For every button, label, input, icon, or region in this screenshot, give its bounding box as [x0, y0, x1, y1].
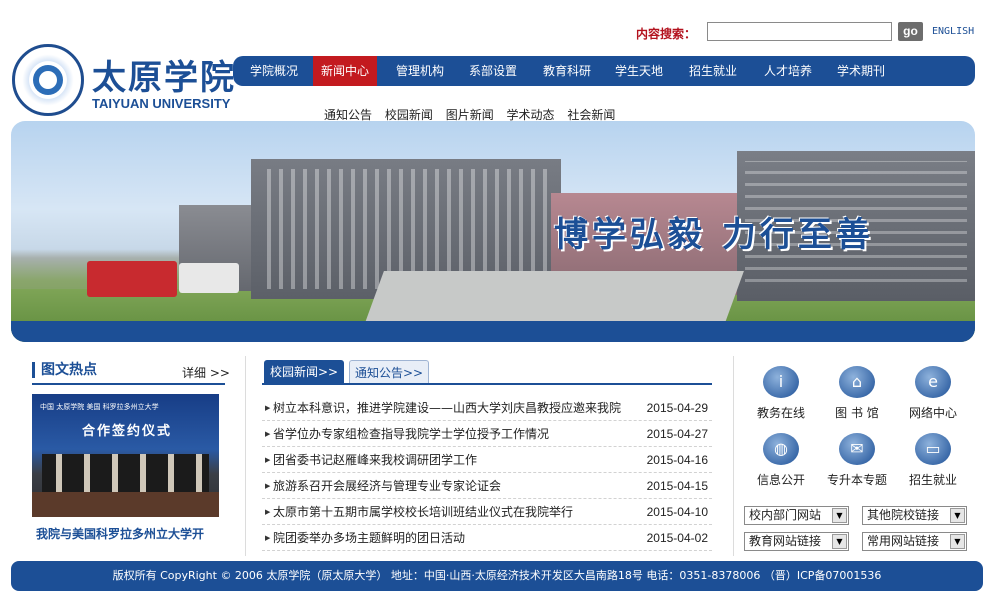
bullet-icon: ▶	[265, 482, 271, 490]
nav-item-journal[interactable]: 学术期刊	[825, 56, 897, 86]
news-item[interactable]: ▶ 树立本科意识，推进学院建设——山西大学刘庆昌教授应邀来我院 2015-04-…	[262, 395, 712, 421]
select-other-colleges[interactable]: 其他院校链接 ▼	[862, 506, 967, 525]
news-date: 2015-04-02	[646, 531, 708, 545]
nav-item-news[interactable]: 新闻中心	[313, 56, 377, 86]
english-link[interactable]: ENGLISH	[932, 26, 974, 37]
bullet-icon: ▶	[265, 534, 271, 542]
tab-notices[interactable]: 通知公告>>	[349, 360, 429, 384]
service-library[interactable]: ⌂ 图 书 馆	[822, 366, 892, 421]
search-label: 内容搜索：	[636, 27, 697, 41]
photo-header-text: 中国 太原学院 美国 科罗拉多州立大学	[40, 403, 159, 411]
chevron-down-icon[interactable]: ▼	[832, 508, 847, 523]
footer: 版权所有 CopyRight © 2006 太原学院（原太原大学） 地址：中国·…	[11, 561, 983, 591]
select-education-sites[interactable]: 教育网站链接 ▼	[744, 532, 849, 551]
subnav-item-photo-news[interactable]: 图片新闻	[446, 108, 494, 122]
mail-icon: ✉	[839, 433, 875, 465]
hot-section-title: 图文热点	[32, 362, 97, 378]
nav-item-admission[interactable]: 招生就业	[677, 56, 749, 86]
news-title[interactable]: 树立本科意识，推进学院建设——山西大学刘庆昌教授应邀来我院	[273, 395, 621, 421]
news-item[interactable]: ▶ 院团委举办多场主题鲜明的团日活动 2015-04-02	[262, 525, 712, 551]
service-academic-online[interactable]: i 教务在线	[746, 366, 816, 421]
nav-item-research[interactable]: 教育科研	[531, 56, 603, 86]
news-item[interactable]: ▶ 旅游系召开会展经济与管理专业专家论证会 2015-04-15	[262, 473, 712, 499]
news-title[interactable]: 院团委举办多场主题鲜明的团日活动	[273, 525, 465, 551]
bullet-icon: ▶	[265, 404, 271, 412]
service-label: 信息公开	[756, 473, 805, 487]
ie-icon: e	[915, 366, 951, 398]
tab-campus-news[interactable]: 校园新闻>>	[264, 360, 344, 384]
service-upgrade-topic[interactable]: ✉ 专升本专题	[822, 433, 892, 488]
hot-photo[interactable]: 中国 太原学院 美国 科罗拉多州立大学 合作签约仪式	[32, 394, 219, 517]
service-admission[interactable]: ▭ 招生就业	[898, 433, 968, 488]
service-label: 教务在线	[756, 406, 805, 420]
subnav-item-campus-news[interactable]: 校园新闻	[385, 108, 433, 122]
banner-motto: 博学弘毅 力行至善	[554, 215, 874, 255]
globe-icon: ◍	[763, 433, 799, 465]
news-title[interactable]: 团省委书记赵雁峰来我校调研团学工作	[273, 447, 477, 473]
nav-item-talent[interactable]: 人才培养	[751, 56, 825, 86]
hot-photo-caption[interactable]: 我院与美国科罗拉多州立大学开	[36, 525, 204, 542]
service-label: 网络中心	[908, 406, 957, 420]
photo-sign-text: 合作签约仪式	[82, 424, 173, 439]
monitor-icon: ▭	[915, 433, 951, 465]
news-date: 2015-04-29	[646, 401, 708, 415]
news-date: 2015-04-15	[646, 479, 708, 493]
news-date: 2015-04-10	[646, 505, 708, 519]
select-value: 校内部门网站	[749, 508, 822, 522]
service-label: 图 书 馆	[835, 406, 879, 420]
nav-item-admin[interactable]: 管理机构	[383, 56, 457, 86]
select-common-sites[interactable]: 常用网站链接 ▼	[862, 532, 967, 551]
subnav-item-social-news[interactable]: 社会新闻	[567, 108, 615, 122]
news-list: ▶ 树立本科意识，推进学院建设——山西大学刘庆昌教授应邀来我院 2015-04-…	[262, 395, 712, 551]
news-title[interactable]: 太原市第十五期市属学校校长培训班结业仪式在我院举行	[273, 499, 573, 525]
university-seal-icon	[12, 44, 84, 116]
nav-item-students[interactable]: 学生天地	[603, 56, 675, 86]
service-info-disclosure[interactable]: ◍ 信息公开	[746, 433, 816, 488]
subnav-item-notices[interactable]: 通知公告	[324, 108, 372, 122]
nav-item-about[interactable]: 学院概况	[239, 56, 309, 86]
chevron-down-icon[interactable]: ▼	[950, 534, 965, 549]
select-value: 常用网站链接	[867, 534, 940, 548]
site-logo[interactable]: 太原学院 TAIYUAN UNIVERSITY	[12, 44, 234, 116]
search-input[interactable]	[707, 22, 892, 41]
select-value: 教育网站链接	[749, 534, 822, 548]
service-label: 招生就业	[908, 473, 957, 487]
news-item[interactable]: ▶ 省学位办专家组检查指导我院学士学位授予工作情况 2015-04-27	[262, 421, 712, 447]
chevron-down-icon[interactable]: ▼	[950, 508, 965, 523]
hot-more-link[interactable]: 详细 >>	[182, 364, 230, 381]
bullet-icon: ▶	[265, 430, 271, 438]
search-go-button[interactable]: go	[898, 22, 923, 41]
campus-banner: 博学弘毅 力行至善	[11, 121, 975, 342]
bullet-icon: ▶	[265, 508, 271, 516]
logo-title-en: TAIYUAN UNIVERSITY	[92, 96, 231, 111]
news-date: 2015-04-27	[646, 427, 708, 441]
select-internal-sites[interactable]: 校内部门网站 ▼	[744, 506, 849, 525]
service-label: 专升本专题	[826, 473, 887, 487]
service-network-center[interactable]: e 网络中心	[898, 366, 968, 421]
bullet-icon: ▶	[265, 456, 271, 464]
news-item[interactable]: ▶ 团省委书记赵雁峰来我校调研团学工作 2015-04-16	[262, 447, 712, 473]
main-nav: 学院概况 新闻中心 管理机构 系部设置 教育科研 学生天地 招生就业 人才培养 …	[233, 56, 975, 86]
news-item[interactable]: ▶ 太原市第十五期市属学校校长培训班结业仪式在我院举行 2015-04-10	[262, 499, 712, 525]
subnav-item-academic[interactable]: 学术动态	[507, 108, 555, 122]
news-title[interactable]: 旅游系召开会展经济与管理专业专家论证会	[273, 473, 501, 499]
news-title[interactable]: 省学位办专家组检查指导我院学士学位授予工作情况	[273, 421, 549, 447]
nav-item-departments[interactable]: 系部设置	[457, 56, 529, 86]
bus-icon	[87, 261, 177, 297]
chevron-down-icon[interactable]: ▼	[832, 534, 847, 549]
logo-title-cn: 太原学院	[92, 58, 236, 98]
library-icon: ⌂	[839, 366, 875, 398]
info-icon: i	[763, 366, 799, 398]
select-value: 其他院校链接	[867, 508, 940, 522]
news-date: 2015-04-16	[646, 453, 708, 467]
